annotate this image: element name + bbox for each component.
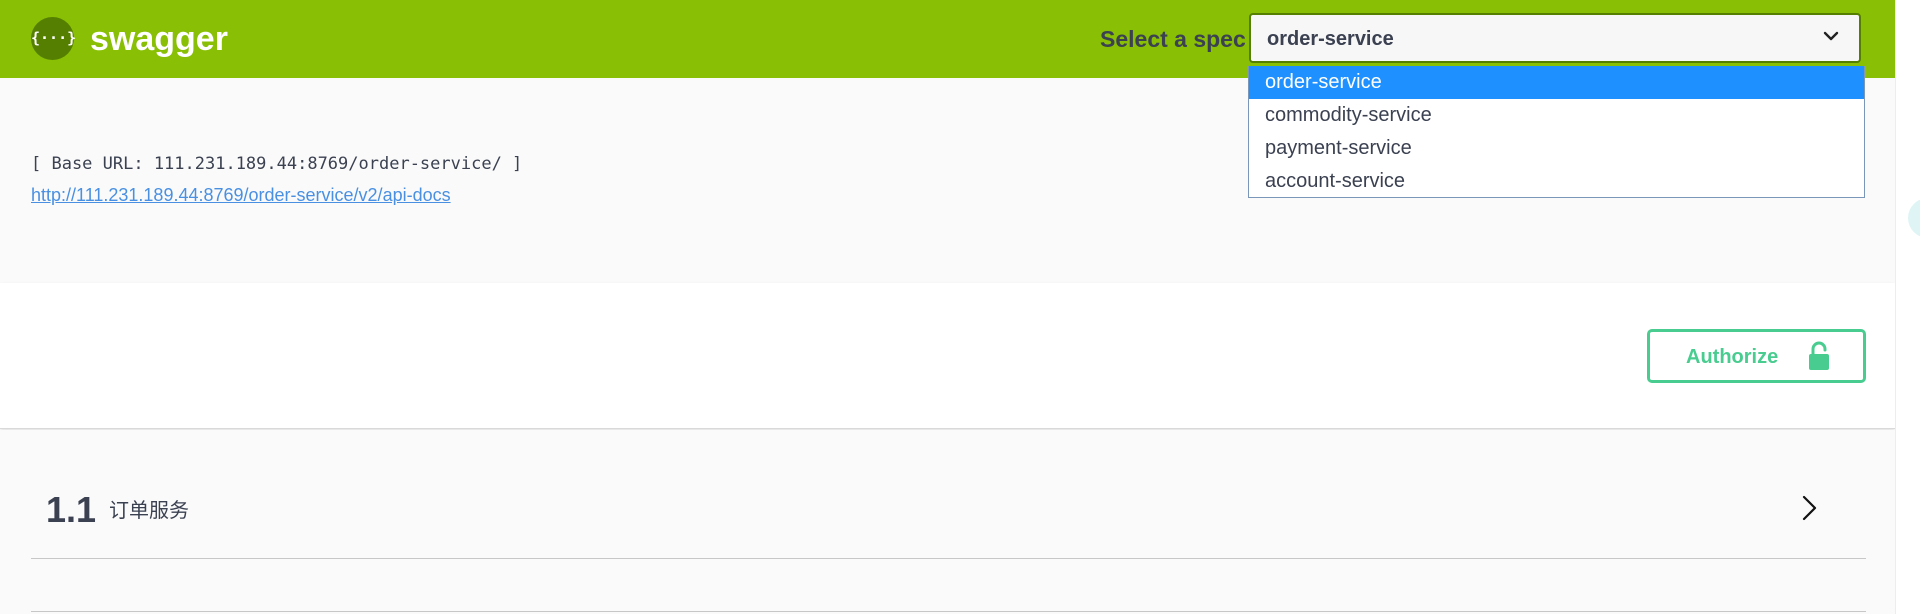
- chevron-down-icon: [1823, 31, 1839, 41]
- brand-name[interactable]: swagger: [90, 17, 228, 61]
- spec-option-account-service[interactable]: account-service: [1249, 165, 1864, 197]
- page-scrollbar[interactable]: [1895, 0, 1920, 614]
- swagger-ui-page: {···} swagger Select a spec order-servic…: [0, 0, 1920, 614]
- schemes-container: [0, 283, 1895, 429]
- swagger-logo-icon[interactable]: {···}: [31, 17, 77, 60]
- spec-select[interactable]: order-service: [1249, 13, 1861, 63]
- spec-option-payment-service[interactable]: payment-service: [1249, 132, 1864, 165]
- spec-label: Select a spec: [1100, 26, 1246, 52]
- tag-section-order-service[interactable]: 1.1 订单服务: [31, 458, 1866, 559]
- section-divider: [31, 611, 1866, 612]
- spec-option-commodity-service[interactable]: commodity-service: [1249, 99, 1864, 132]
- spec-dropdown-list: order-service commodity-service payment-…: [1248, 66, 1865, 198]
- main-content: {···} swagger Select a spec order-servic…: [0, 0, 1895, 614]
- authorize-label: Authorize: [1686, 346, 1779, 368]
- base-url: [ Base URL: 111.231.189.44:8769/order-se…: [31, 154, 523, 174]
- spec-select-value: order-service: [1267, 28, 1394, 50]
- tag-number: 1.1: [46, 489, 97, 530]
- authorize-button[interactable]: Authorize: [1647, 329, 1866, 383]
- logo-glyph: {···}: [31, 29, 77, 47]
- lock-icon: [1809, 341, 1829, 370]
- api-docs-link[interactable]: http://111.231.189.44:8769/order-service…: [31, 184, 451, 206]
- tag-title: 订单服务: [109, 498, 189, 522]
- spec-option-order-service[interactable]: order-service: [1249, 66, 1864, 99]
- chevron-right-icon[interactable]: [1797, 492, 1821, 524]
